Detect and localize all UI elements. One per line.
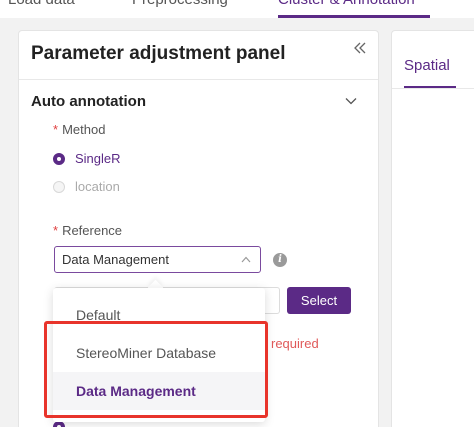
radio-location-label: location bbox=[75, 179, 120, 194]
tab-cluster-annotation[interactable]: Cluster & Annotation bbox=[278, 0, 415, 8]
reference-dropdown: Default StereoMiner Database Data Manage… bbox=[53, 288, 265, 422]
top-tab-bar: Load data Preprocessing Cluster & Annota… bbox=[0, 0, 474, 18]
active-tab-underline bbox=[278, 15, 430, 18]
method-label: * Method bbox=[53, 122, 106, 137]
info-icon[interactable]: i bbox=[273, 253, 287, 267]
select-button[interactable]: Select bbox=[287, 287, 351, 314]
radio-disabled-icon bbox=[53, 180, 65, 193]
panel-divider bbox=[19, 79, 378, 80]
tab-spatial[interactable]: Spatial bbox=[404, 57, 450, 74]
chevron-up-icon bbox=[241, 256, 251, 263]
chevron-down-icon[interactable] bbox=[345, 95, 357, 107]
tab-preprocessing[interactable]: Preprocessing bbox=[132, 0, 228, 8]
option-default[interactable]: Default bbox=[53, 296, 265, 334]
reference-label: * Reference bbox=[53, 223, 123, 238]
right-panel-divider bbox=[392, 88, 474, 89]
auto-annotation-title[interactable]: Auto annotation bbox=[31, 93, 146, 110]
right-panel: Spatial bbox=[391, 30, 474, 427]
double-chevron-left-icon bbox=[354, 42, 366, 54]
reference-select-value: Data Management bbox=[62, 252, 169, 267]
tab-load-data[interactable]: Load data bbox=[8, 0, 75, 8]
radio-location[interactable]: location bbox=[53, 179, 120, 194]
collapse-panel-button[interactable] bbox=[353, 39, 367, 60]
panel-title: Parameter adjustment panel bbox=[31, 43, 286, 64]
radio-checked-icon bbox=[53, 152, 65, 165]
required-mark: * bbox=[53, 223, 59, 238]
option-stereominer-database[interactable]: StereoMiner Database bbox=[53, 334, 265, 372]
radio-singler[interactable]: SingleR bbox=[53, 151, 121, 166]
reference-select[interactable]: Data Management bbox=[54, 246, 261, 273]
option-data-management[interactable]: Data Management bbox=[53, 372, 265, 410]
required-mark: * bbox=[53, 122, 59, 137]
radio-singler-label: SingleR bbox=[75, 151, 121, 166]
validation-error-text: is required bbox=[258, 336, 319, 351]
